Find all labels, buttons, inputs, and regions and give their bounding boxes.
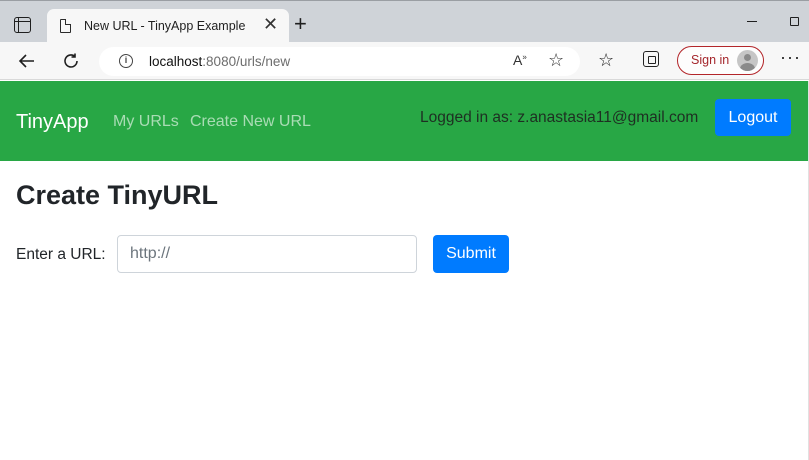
tab-title: New URL - TinyApp Example xyxy=(84,19,246,33)
address-bar[interactable]: i localhost:8080/urls/new A» ☆ xyxy=(99,47,580,76)
tab-actions-icon[interactable] xyxy=(14,17,31,33)
browser-tab[interactable]: New URL - TinyApp Example ✕ xyxy=(47,9,289,43)
url-label: Enter a URL: xyxy=(16,246,106,263)
minimize-icon[interactable] xyxy=(747,21,757,22)
new-tab-icon[interactable]: + xyxy=(294,13,307,35)
page-icon xyxy=(60,19,71,33)
more-icon[interactable]: ··· xyxy=(780,47,801,68)
add-favorite-icon[interactable]: ☆ xyxy=(548,50,564,71)
close-tab-icon[interactable]: ✕ xyxy=(263,15,278,33)
collections-icon[interactable] xyxy=(643,51,659,67)
refresh-icon[interactable] xyxy=(58,48,84,74)
sign-in-button[interactable]: Sign in xyxy=(677,46,764,75)
maximize-icon[interactable] xyxy=(790,17,799,26)
info-icon[interactable]: i xyxy=(119,54,133,68)
address-url[interactable]: localhost:8080/urls/new xyxy=(149,54,290,69)
back-arrow-icon[interactable] xyxy=(14,48,40,74)
nav-link-create-new-url[interactable]: Create New URL xyxy=(190,113,311,131)
logged-in-text: Logged in as: z.anastasia11@gmail.com xyxy=(420,109,699,126)
favorites-icon[interactable]: ☆ xyxy=(598,50,614,71)
submit-button[interactable]: Submit xyxy=(433,235,509,273)
brand-logo[interactable]: TinyApp xyxy=(16,111,89,134)
avatar-icon xyxy=(737,50,758,71)
browser-toolbar: i localhost:8080/urls/new A» ☆ ☆ Sign in… xyxy=(0,42,809,80)
sign-in-label: Sign in xyxy=(691,53,730,67)
browser-tab-bar: New URL - TinyApp Example ✕ + xyxy=(0,0,809,43)
page-title: Create TinyURL xyxy=(16,180,219,210)
nav-link-my-urls[interactable]: My URLs xyxy=(113,113,179,131)
url-input[interactable] xyxy=(117,235,417,273)
logout-button[interactable]: Logout xyxy=(715,99,791,136)
app-navbar: TinyApp My URLs Create New URL Logged in… xyxy=(0,81,808,161)
read-aloud-icon[interactable]: A» xyxy=(513,52,527,68)
